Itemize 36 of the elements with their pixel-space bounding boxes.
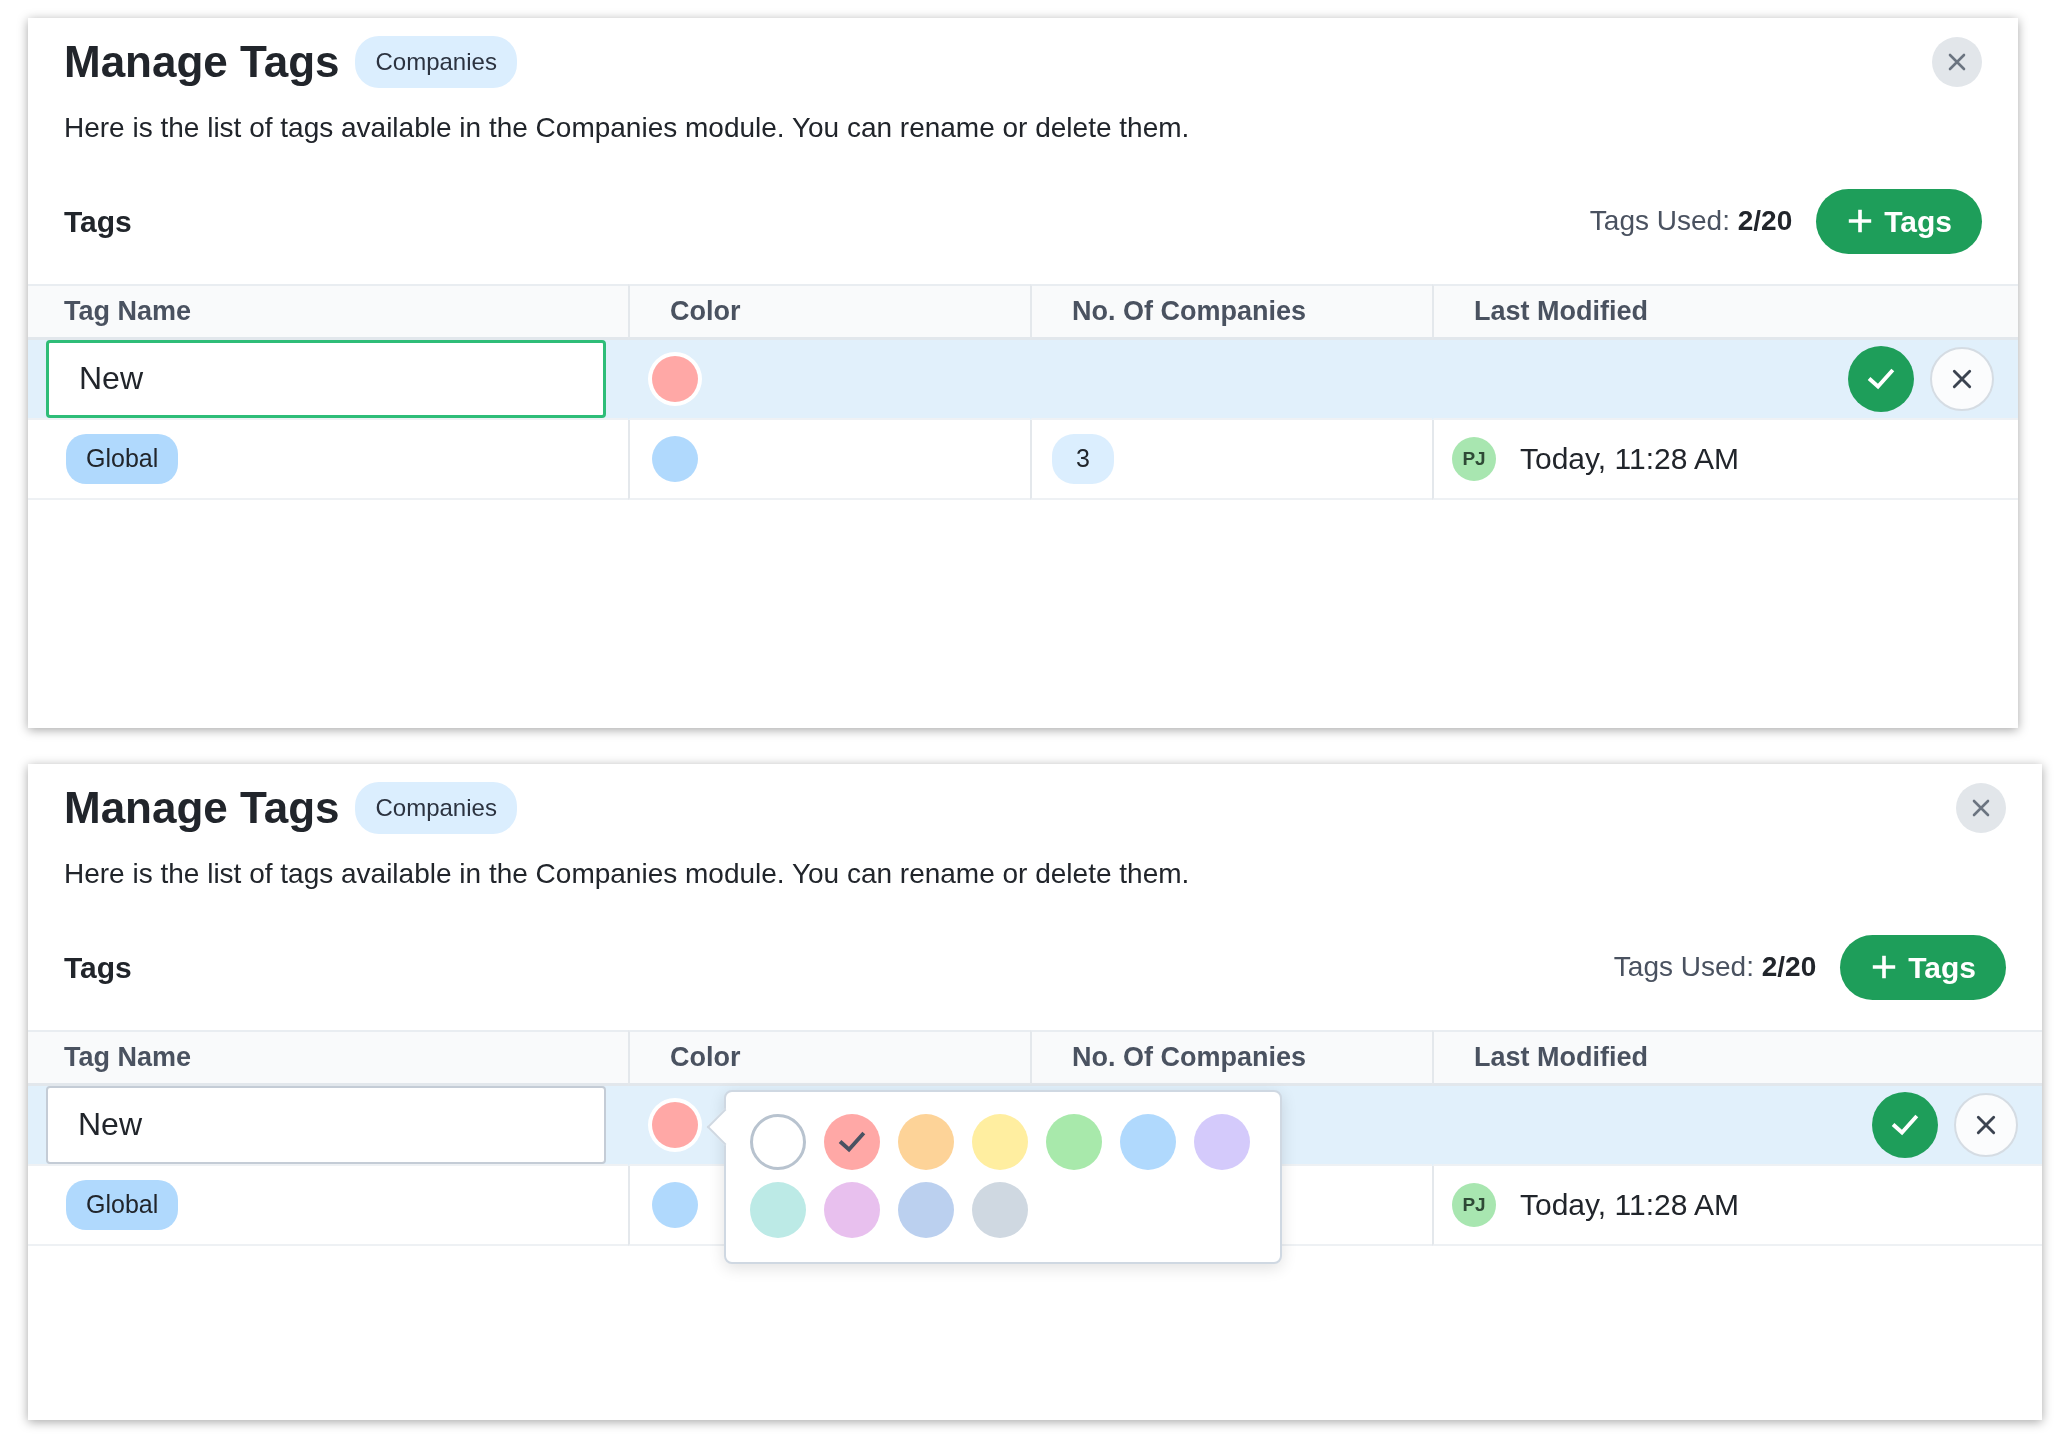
count-badge: 3 [1052, 434, 1114, 484]
column-header: Tag Name [28, 1029, 628, 1086]
close-icon [1947, 52, 1967, 73]
tag-label: Global [66, 434, 179, 484]
tag-label: Global [66, 1180, 179, 1230]
close-icon [1971, 798, 1991, 819]
modified-time: Today, 11:28 AM [1520, 1187, 1740, 1224]
tag-name-field[interactable]: New [46, 339, 606, 418]
tag-name-field[interactable]: New [46, 1085, 606, 1164]
modified-time: Today, 11:28 AM [1520, 441, 1740, 478]
color-dot[interactable] [652, 355, 698, 402]
column-header: No. Of Companies [1030, 283, 1432, 340]
color-swatch[interactable] [750, 1113, 806, 1170]
close-icon [1951, 367, 1973, 390]
column-header: Color [628, 283, 1030, 340]
close-icon [1975, 1113, 1997, 1136]
dialog-title: Manage Tags [64, 36, 340, 88]
user-avatar: PJ [1452, 1182, 1496, 1227]
dialog-title: Manage Tags [64, 782, 340, 834]
column-header: Last Modified [1432, 283, 2018, 340]
user-avatar: PJ [1452, 436, 1496, 481]
description-text: Here is the list of tags available in the Companies module. You can rename or delete them. [64, 856, 1191, 891]
column-header: No. Of Companies [1030, 1029, 1432, 1086]
section-title: Tags [64, 203, 132, 240]
module-badge: Companies [355, 782, 517, 835]
description-text: Here is the list of tags available in the Companies module. You can rename or delete them. [64, 110, 1191, 145]
column-header: Tag Name [28, 283, 628, 340]
tags-used-text: Tags Used: 2/20 [1589, 204, 1793, 239]
close-button[interactable] [1932, 37, 1982, 88]
column-header: Last Modified [1432, 1029, 2042, 1086]
column-header: Color [628, 1029, 1030, 1086]
close-button[interactable] [1956, 783, 2006, 834]
color-dot[interactable] [652, 1101, 698, 1148]
module-badge: Companies [355, 36, 517, 89]
tags-used-text: Tags Used: 2/20 [1613, 950, 1817, 985]
section-title: Tags [64, 949, 132, 986]
